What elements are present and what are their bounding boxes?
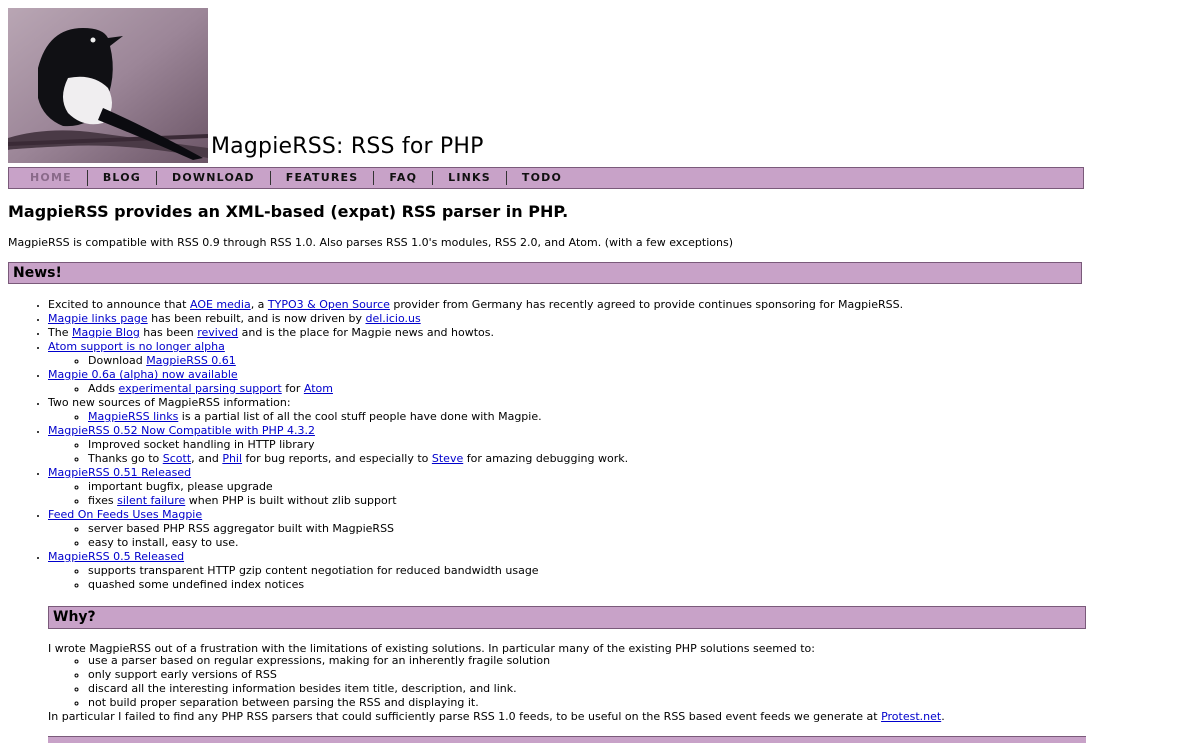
nav-todo[interactable]: TODO <box>507 171 577 185</box>
experimental-parsing-link[interactable]: experimental parsing support <box>119 382 282 395</box>
news-subitem: supports transparent HTTP gzip content n… <box>88 564 1148 578</box>
nav-features[interactable]: FEATURES <box>271 171 375 185</box>
news-sublist: Improved socket handling in HTTP library… <box>88 438 1148 466</box>
news-text: Adds <box>88 382 119 395</box>
magpierss-links-link[interactable]: MagpieRSS links <box>88 410 178 423</box>
news-sublist: Adds experimental parsing support for At… <box>88 382 1148 396</box>
news-text: , and <box>191 452 223 465</box>
news-item: Magpie links page has been rebuilt, and … <box>48 312 1148 326</box>
news-subitem: Improved socket handling in HTTP library <box>88 438 1148 452</box>
magpie-blog-link[interactable]: Magpie Blog <box>72 326 140 339</box>
news-text: fixes <box>88 494 118 507</box>
nav-faq[interactable]: FAQ <box>374 171 434 185</box>
why-list-item: only support early versions of RSS <box>88 668 550 682</box>
feed-on-feeds-link[interactable]: Feed On Feeds Uses Magpie <box>48 508 202 521</box>
news-text: Two new sources of MagpieRSS information… <box>48 396 291 409</box>
news-text: has been <box>139 326 198 339</box>
why-text: . <box>941 710 945 723</box>
news-text: and is the place for Magpie news and how… <box>238 326 494 339</box>
nav-download[interactable]: DOWNLOAD <box>157 171 271 185</box>
nav-blog[interactable]: BLOG <box>88 171 158 185</box>
revived-link[interactable]: revived <box>197 326 238 339</box>
news-text: The <box>48 326 72 339</box>
news-subitem: easy to install, easy to use. <box>88 536 1148 550</box>
news-text: Download <box>88 354 147 367</box>
news-text: for amazing debugging work. <box>463 452 629 465</box>
news-sublist: supports transparent HTTP gzip content n… <box>88 564 1148 592</box>
magpierss-061-link[interactable]: MagpieRSS 0.61 <box>146 354 236 367</box>
typo3-link[interactable]: TYPO3 & Open Source <box>268 298 390 311</box>
news-subitem: MagpieRSS links is a partial list of all… <box>88 410 1148 424</box>
news-subitem: quashed some undefined index notices <box>88 578 1148 592</box>
news-subitem: Adds experimental parsing support for At… <box>88 382 1148 396</box>
news-subitem: Download MagpieRSS 0.61 <box>88 354 1148 368</box>
aoe-media-link[interactable]: AOE media <box>190 298 251 311</box>
news-item: Atom support is no longer alpha Download… <box>48 340 1148 368</box>
news-subitem: fixes silent failure when PHP is built w… <box>88 494 1148 508</box>
why-conclusion-text: In particular I failed to find any PHP R… <box>48 710 945 724</box>
nav-home[interactable]: HOME <box>24 169 78 187</box>
news-text: has been rebuilt, and is now driven by <box>147 312 366 325</box>
news-text: provider from Germany has recently agree… <box>389 298 904 311</box>
page-tagline: MagpieRSS provides an XML-based (expat) … <box>8 202 569 221</box>
news-text: is a partial list of all the cool stuff … <box>178 410 542 423</box>
news-text: when PHP is built without zlib support <box>185 494 397 507</box>
magpie-links-page-link[interactable]: Magpie links page <box>48 312 148 325</box>
delicious-link[interactable]: del.icio.us <box>365 312 420 325</box>
news-item: Feed On Feeds Uses Magpie server based P… <box>48 508 1148 550</box>
magpie-06a-link[interactable]: Magpie 0.6a (alpha) now available <box>48 368 238 381</box>
news-text: for <box>281 382 304 395</box>
why-heading: Why? <box>48 606 1086 629</box>
scott-link[interactable]: Scott <box>163 452 191 465</box>
news-subitem: Thanks go to Scott, and Phil for bug rep… <box>88 452 1148 466</box>
news-item: Magpie 0.6a (alpha) now available Adds e… <box>48 368 1148 396</box>
news-sublist: MagpieRSS links is a partial list of all… <box>88 410 1148 424</box>
why-list: use a parser based on regular expression… <box>88 654 550 710</box>
protest-net-link[interactable]: Protest.net <box>881 710 941 723</box>
news-sublist: Download MagpieRSS 0.61 <box>88 354 1148 368</box>
news-item: MagpieRSS 0.52 Now Compatible with PHP 4… <box>48 424 1148 466</box>
news-item: MagpieRSS 0.51 Released important bugfix… <box>48 466 1148 508</box>
site-title: MagpieRSS: RSS for PHP <box>211 134 484 159</box>
atom-link[interactable]: Atom <box>304 382 333 395</box>
news-item: Excited to announce that AOE media, a TY… <box>48 298 1148 312</box>
news-subitem: important bugfix, please upgrade <box>88 480 1148 494</box>
news-sublist: important bugfix, please upgrade fixes s… <box>88 480 1148 508</box>
atom-support-link[interactable]: Atom support is no longer alpha <box>48 340 225 353</box>
magpierss-05-link[interactable]: MagpieRSS 0.5 Released <box>48 550 184 563</box>
news-text: Excited to announce that <box>48 298 190 311</box>
header: MagpieRSS: RSS for PHP <box>8 8 1108 163</box>
why-list-item: not build proper separation between pars… <box>88 696 550 710</box>
news-list: Excited to announce that AOE media, a TY… <box>48 298 1148 592</box>
nav-links[interactable]: LINKS <box>433 171 507 185</box>
news-item: The Magpie Blog has been revived and is … <box>48 326 1148 340</box>
news-subitem: server based PHP RSS aggregator built wi… <box>88 522 1148 536</box>
news-text: Thanks go to <box>88 452 163 465</box>
magpierss-052-link[interactable]: MagpieRSS 0.52 Now Compatible with PHP 4… <box>48 424 315 437</box>
phil-link[interactable]: Phil <box>222 452 242 465</box>
why-list-item: discard all the interesting information … <box>88 682 550 696</box>
news-item: Two new sources of MagpieRSS information… <box>48 396 1148 424</box>
magpie-logo-image <box>8 8 208 163</box>
news-item: MagpieRSS 0.5 Released supports transpar… <box>48 550 1148 592</box>
news-text: for bug reports, and especially to <box>242 452 432 465</box>
intro-text: MagpieRSS is compatible with RSS 0.9 thr… <box>8 236 733 249</box>
news-sublist: server based PHP RSS aggregator built wi… <box>88 522 1148 550</box>
magpierss-051-link[interactable]: MagpieRSS 0.51 Released <box>48 466 191 479</box>
why-text: In particular I failed to find any PHP R… <box>48 710 882 723</box>
why-list-item: use a parser based on regular expression… <box>88 654 550 668</box>
news-heading: News! <box>8 262 1082 284</box>
news-text: , a <box>250 298 268 311</box>
main-navigation: HOME BLOG DOWNLOAD FEATURES FAQ LINKS TO… <box>8 167 1084 189</box>
silent-failure-link[interactable]: silent failure <box>117 494 185 507</box>
steve-link[interactable]: Steve <box>432 452 463 465</box>
